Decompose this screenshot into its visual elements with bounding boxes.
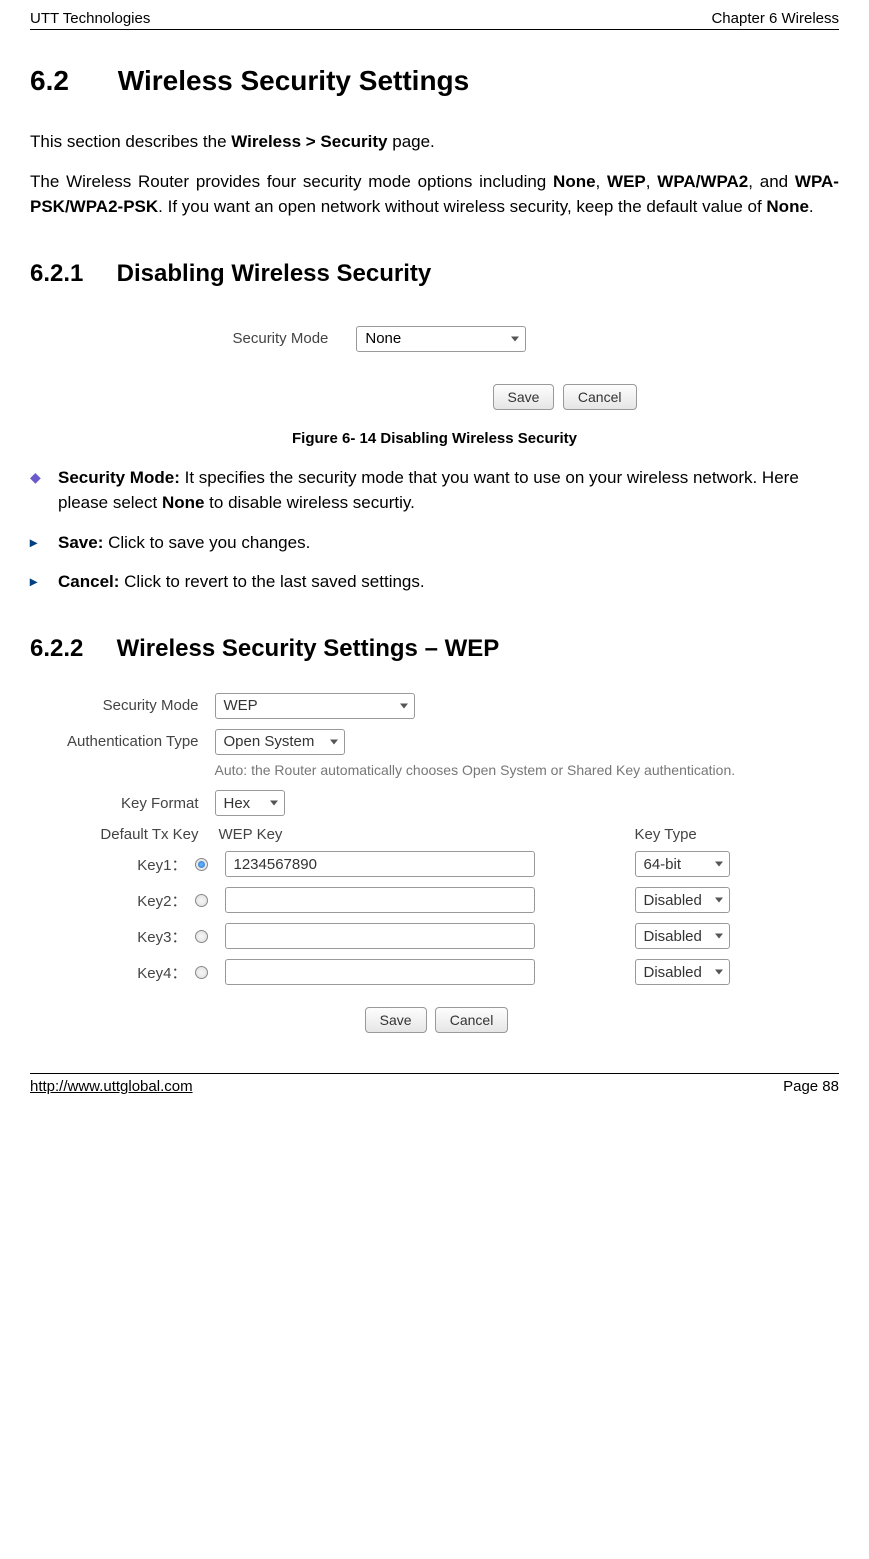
- chevron-down-icon: [400, 703, 408, 708]
- key1-label: Key1：: [35, 854, 195, 875]
- key-type-header: Key Type: [635, 826, 835, 843]
- subsection-number: 6.2.2: [30, 635, 110, 663]
- key4-label: Key4：: [35, 962, 195, 983]
- bullet-cancel: ▸ Cancel: Click to revert to the last sa…: [30, 569, 839, 595]
- save-button[interactable]: Save: [493, 384, 555, 410]
- key-format-row: Key Format Hex: [35, 790, 835, 816]
- security-mode-row: Security Mode WEP: [35, 693, 835, 719]
- wep-key-header: WEP Key: [215, 826, 635, 843]
- key2-input[interactable]: [225, 887, 535, 913]
- figure2-button-row: Save Cancel: [35, 1007, 835, 1033]
- bullet-list-1: ◆ Security Mode: It specifies the securi…: [30, 465, 839, 595]
- key3-radio[interactable]: [195, 930, 208, 943]
- key1-radio[interactable]: [195, 858, 208, 871]
- subsection-title: Disabling Wireless Security: [117, 260, 432, 287]
- subsection-6-2-1-heading: 6.2.1 Disabling Wireless Security: [30, 260, 839, 288]
- page-header: UTT Technologies Chapter 6 Wireless: [30, 10, 839, 30]
- key-row-2: Key2： Disabled: [35, 887, 835, 913]
- page-number: Page 88: [783, 1078, 839, 1095]
- header-right: Chapter 6 Wireless: [711, 10, 839, 27]
- save-button[interactable]: Save: [365, 1007, 427, 1033]
- auth-type-hint: Auto: the Router automatically chooses O…: [215, 761, 835, 781]
- chevron-down-icon: [270, 801, 278, 806]
- figure1-button-row: Save Cancel: [223, 384, 647, 410]
- auth-type-row: Authentication Type Open System: [35, 729, 835, 755]
- key1-input[interactable]: 1234567890: [225, 851, 535, 877]
- default-tx-key-label: Default Tx Key: [35, 826, 215, 843]
- key-table-header: Default Tx Key WEP Key Key Type: [35, 826, 835, 843]
- chevron-down-icon: [511, 336, 519, 341]
- key-format-label: Key Format: [35, 795, 215, 812]
- key3-label: Key3：: [35, 926, 195, 947]
- subsection-number: 6.2.1: [30, 260, 110, 288]
- arrow-icon: ▸: [30, 571, 58, 597]
- key4-radio[interactable]: [195, 966, 208, 979]
- arrow-icon: ▸: [30, 532, 58, 558]
- section-number: 6.2: [30, 65, 110, 97]
- key2-type-select[interactable]: Disabled: [635, 887, 730, 913]
- key-format-select[interactable]: Hex: [215, 790, 285, 816]
- header-left: UTT Technologies: [30, 10, 150, 27]
- bullet-save: ▸ Save: Click to save you changes.: [30, 530, 839, 556]
- security-mode-label: Security Mode: [35, 697, 215, 714]
- security-mode-row: Security Mode None: [223, 326, 647, 352]
- key2-label: Key2：: [35, 890, 195, 911]
- security-mode-label: Security Mode: [233, 330, 329, 347]
- key-row-1: Key1： 1234567890 64-bit: [35, 851, 835, 877]
- subsection-6-2-2-heading: 6.2.2 Wireless Security Settings – WEP: [30, 635, 839, 663]
- chevron-down-icon: [715, 862, 723, 867]
- footer-link[interactable]: http://www.uttglobal.com: [30, 1078, 193, 1095]
- diamond-icon: ◆: [30, 467, 58, 518]
- section-title: Wireless Security Settings: [118, 65, 469, 96]
- figure-wep-form: Security Mode WEP Authentication Type Op…: [35, 693, 835, 1034]
- intro-paragraph-1: This section describes the Wireless > Se…: [30, 129, 839, 155]
- key-row-4: Key4： Disabled: [35, 959, 835, 985]
- key-row-3: Key3： Disabled: [35, 923, 835, 949]
- chevron-down-icon: [715, 898, 723, 903]
- security-mode-select[interactable]: None: [356, 326, 526, 352]
- figure-6-14: Security Mode None Save Cancel: [215, 318, 655, 418]
- chevron-down-icon: [715, 934, 723, 939]
- auth-type-select[interactable]: Open System: [215, 729, 345, 755]
- security-mode-select[interactable]: WEP: [215, 693, 415, 719]
- key2-radio[interactable]: [195, 894, 208, 907]
- key4-input[interactable]: [225, 959, 535, 985]
- subsection-title: Wireless Security Settings – WEP: [117, 635, 500, 662]
- intro-paragraph-2: The Wireless Router provides four securi…: [30, 169, 839, 220]
- page-footer: http://www.uttglobal.com Page 88: [30, 1073, 839, 1095]
- cancel-button[interactable]: Cancel: [563, 384, 637, 410]
- key4-type-select[interactable]: Disabled: [635, 959, 730, 985]
- chevron-down-icon: [330, 739, 338, 744]
- figure-6-14-caption: Figure 6- 14 Disabling Wireless Security: [30, 430, 839, 447]
- bullet-security-mode: ◆ Security Mode: It specifies the securi…: [30, 465, 839, 516]
- section-heading: 6.2 Wireless Security Settings: [30, 65, 839, 97]
- key3-type-select[interactable]: Disabled: [635, 923, 730, 949]
- key1-type-select[interactable]: 64-bit: [635, 851, 730, 877]
- cancel-button[interactable]: Cancel: [435, 1007, 509, 1033]
- chevron-down-icon: [715, 970, 723, 975]
- key3-input[interactable]: [225, 923, 535, 949]
- auth-type-label: Authentication Type: [35, 733, 215, 750]
